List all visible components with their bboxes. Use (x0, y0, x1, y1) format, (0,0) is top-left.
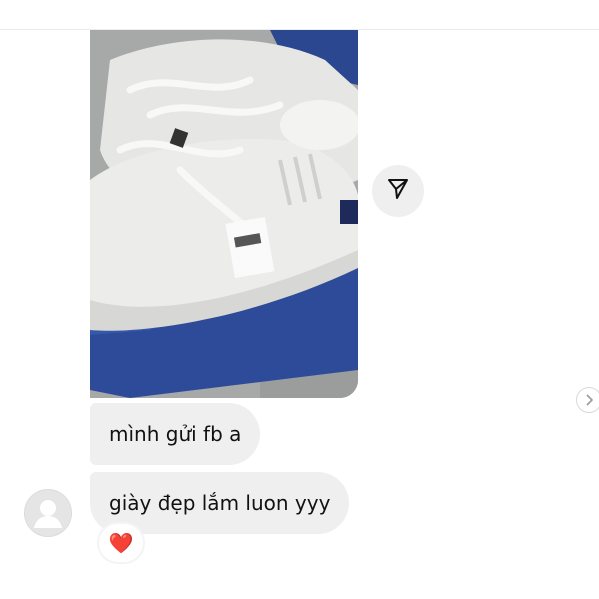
sender-avatar[interactable] (24, 489, 72, 537)
message-text: giày đẹp lắm luon yyy (109, 491, 331, 515)
next-message-button[interactable] (576, 387, 599, 413)
message-text: mình gửi fb a (109, 422, 242, 446)
message-bubble[interactable]: mình gửi fb a (90, 403, 261, 465)
heart-reaction-emoji: ❤️ (108, 531, 134, 555)
share-button[interactable] (372, 165, 424, 217)
sneaker-photo-image (90, 30, 358, 398)
shared-photo[interactable] (90, 30, 358, 398)
default-avatar-icon (34, 500, 62, 528)
share-paper-plane-icon (386, 177, 410, 205)
heart-reaction[interactable]: ❤️ (97, 522, 145, 564)
chevron-right-icon (584, 391, 594, 410)
